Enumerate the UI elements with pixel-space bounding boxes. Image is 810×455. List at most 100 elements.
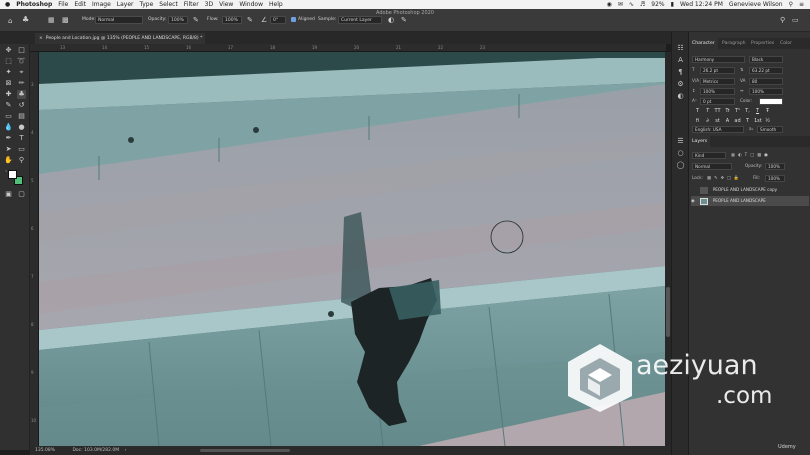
menu-help[interactable]: Help: [269, 0, 283, 9]
layer-filter-kind[interactable]: Kind: [692, 152, 726, 159]
tab-properties[interactable]: Properties: [748, 38, 777, 49]
language-select[interactable]: English: USA: [692, 126, 744, 133]
layer-filter-icons[interactable]: ▦◐T□▩●: [731, 152, 771, 158]
character-panel-icon[interactable]: A: [676, 56, 685, 65]
discretionary-button[interactable]: T: [744, 118, 751, 125]
menu-type[interactable]: Type: [140, 0, 154, 9]
creative-cloud-icon[interactable]: ◉: [607, 1, 612, 8]
mode-select[interactable]: Normal: [95, 16, 143, 24]
pen-tool-icon[interactable]: ✒: [4, 134, 13, 143]
font-style-select[interactable]: Black: [749, 56, 783, 63]
artboard-tool-icon[interactable]: □: [17, 46, 26, 55]
move-tool-icon[interactable]: ✥: [4, 46, 13, 55]
font-size-field[interactable]: 26.2 pt: [700, 67, 735, 74]
marquee-tool-icon[interactable]: ⬚: [4, 57, 13, 66]
opacity-field[interactable]: 100%: [168, 16, 188, 24]
menu-3d[interactable]: 3D: [205, 0, 213, 9]
lock-icons[interactable]: ▩✎✥□🔒: [707, 175, 742, 181]
angle-field[interactable]: 0°: [270, 16, 286, 24]
zoom-level[interactable]: 135.08%: [35, 448, 55, 453]
stylistic-alternates-button[interactable]: st: [714, 118, 721, 125]
kerning-select[interactable]: Metrics: [700, 78, 735, 85]
home-icon[interactable]: ⌂: [8, 16, 12, 26]
menu-layer[interactable]: Layer: [117, 0, 134, 9]
subscript-button[interactable]: T,: [744, 108, 751, 115]
tab-color[interactable]: Color: [777, 38, 795, 49]
menubar-user[interactable]: Genevieve Wilson: [729, 1, 783, 8]
fill-field[interactable]: 100%: [765, 175, 785, 182]
close-tab-icon[interactable]: ×: [39, 36, 43, 41]
menu-filter[interactable]: Filter: [184, 0, 199, 9]
gradient-tool-icon[interactable]: ▤: [17, 112, 26, 121]
menu-select[interactable]: Select: [159, 0, 178, 9]
tab-paragraph[interactable]: Paragraph: [719, 38, 749, 49]
dodge-tool-icon[interactable]: ●: [17, 123, 26, 132]
properties-panel-icon[interactable]: ⚙: [676, 80, 685, 89]
brush-settings-icon[interactable]: ▦: [48, 15, 55, 25]
frame-tool-icon[interactable]: ⊠: [4, 79, 13, 88]
horizontal-scrollbar-thumb[interactable]: [200, 449, 290, 452]
ignore-adjustment-icon[interactable]: ◐: [388, 15, 394, 25]
menu-image[interactable]: Image: [92, 0, 111, 9]
font-family-select[interactable]: Harmony: [692, 56, 745, 63]
document-tab[interactable]: × People and Location.jpg @ 135% (PEOPLE …: [35, 33, 205, 44]
hand-tool-icon[interactable]: ✋: [4, 156, 13, 165]
foreground-color-swatch[interactable]: [8, 170, 17, 179]
fractions-button[interactable]: ½: [764, 118, 771, 125]
color-panel-icon[interactable]: ◐: [676, 92, 685, 101]
sample-select[interactable]: Current Layer: [338, 16, 382, 24]
airbrush-icon[interactable]: ✎: [247, 15, 253, 25]
menu-edit[interactable]: Edit: [74, 0, 86, 9]
text-color-swatch[interactable]: [759, 98, 783, 105]
blend-mode-select[interactable]: Normal: [692, 163, 732, 170]
workspace-icon[interactable]: ▭: [792, 15, 799, 25]
paths-panel-icon[interactable]: ◯: [676, 161, 685, 170]
clone-stamp-preset-icon[interactable]: ♣: [22, 15, 29, 25]
menu-window[interactable]: Window: [239, 0, 263, 9]
titling-button[interactable]: ad: [734, 118, 741, 125]
clone-source-icon[interactable]: ▩: [62, 15, 69, 25]
channels-panel-icon[interactable]: ○: [676, 149, 685, 158]
faux-italic-button[interactable]: T: [704, 108, 711, 115]
eye-icon[interactable]: ◉: [691, 196, 699, 206]
crop-tool-icon[interactable]: ⌖: [17, 68, 26, 77]
doc-info[interactable]: Doc: 103.0M/282.0M: [72, 448, 119, 453]
flow-field[interactable]: 100%: [222, 16, 242, 24]
leading-field[interactable]: 63.22 pt: [749, 67, 783, 74]
small-caps-button[interactable]: Tr: [724, 108, 731, 115]
layer-row[interactable]: PEOPLE AND LANDSCAPE copy: [691, 185, 809, 195]
type-tool-icon[interactable]: T: [17, 134, 26, 143]
ordinals-button[interactable]: 1st: [754, 118, 762, 125]
layer-name[interactable]: PEOPLE AND LANDSCAPE copy: [713, 187, 777, 192]
mail-icon[interactable]: ✉: [618, 1, 623, 8]
quick-select-tool-icon[interactable]: ✦: [4, 68, 13, 77]
superscript-button[interactable]: T¹: [734, 108, 741, 115]
menu-app-photoshop[interactable]: Photoshop: [16, 0, 52, 9]
tracking-select[interactable]: 80: [749, 78, 783, 85]
layer-name[interactable]: PEOPLE AND LANDSCAPE: [713, 198, 766, 203]
layers-panel-icon[interactable]: ☰: [676, 137, 685, 146]
healing-brush-tool-icon[interactable]: ✚: [4, 90, 13, 99]
underline-button[interactable]: T: [754, 108, 761, 115]
spotlight-icon[interactable]: ⚲: [789, 1, 793, 8]
lasso-tool-icon[interactable]: ➰: [17, 57, 26, 66]
eraser-tool-icon[interactable]: ▭: [4, 112, 13, 121]
brush-tool-icon[interactable]: ✎: [4, 101, 13, 110]
history-brush-tool-icon[interactable]: ↺: [17, 101, 26, 110]
search-icon[interactable]: ⚲: [780, 15, 785, 25]
antialias-select[interactable]: Smooth: [757, 126, 783, 133]
wifi-icon[interactable]: ∿: [629, 1, 634, 8]
zoom-tool-icon[interactable]: ⚲: [17, 156, 26, 165]
layer-opacity-field[interactable]: 100%: [765, 163, 785, 170]
eyedropper-tool-icon[interactable]: ✏: [17, 79, 26, 88]
faux-bold-button[interactable]: T: [694, 108, 701, 115]
ligatures-button[interactable]: fi: [694, 118, 701, 125]
clone-stamp-tool-icon[interactable]: ♣: [17, 90, 26, 99]
pressure-size-icon[interactable]: ✎: [401, 15, 407, 25]
paragraph-panel-icon[interactable]: ¶: [676, 68, 685, 77]
blur-tool-icon[interactable]: 💧: [4, 123, 13, 132]
status-arrow-icon[interactable]: ›: [125, 448, 127, 453]
aligned-checkbox[interactable]: [291, 17, 296, 22]
horizontal-scale-field[interactable]: 100%: [749, 88, 783, 95]
layer-row-selected[interactable]: ◉ PEOPLE AND LANDSCAPE: [691, 196, 809, 206]
